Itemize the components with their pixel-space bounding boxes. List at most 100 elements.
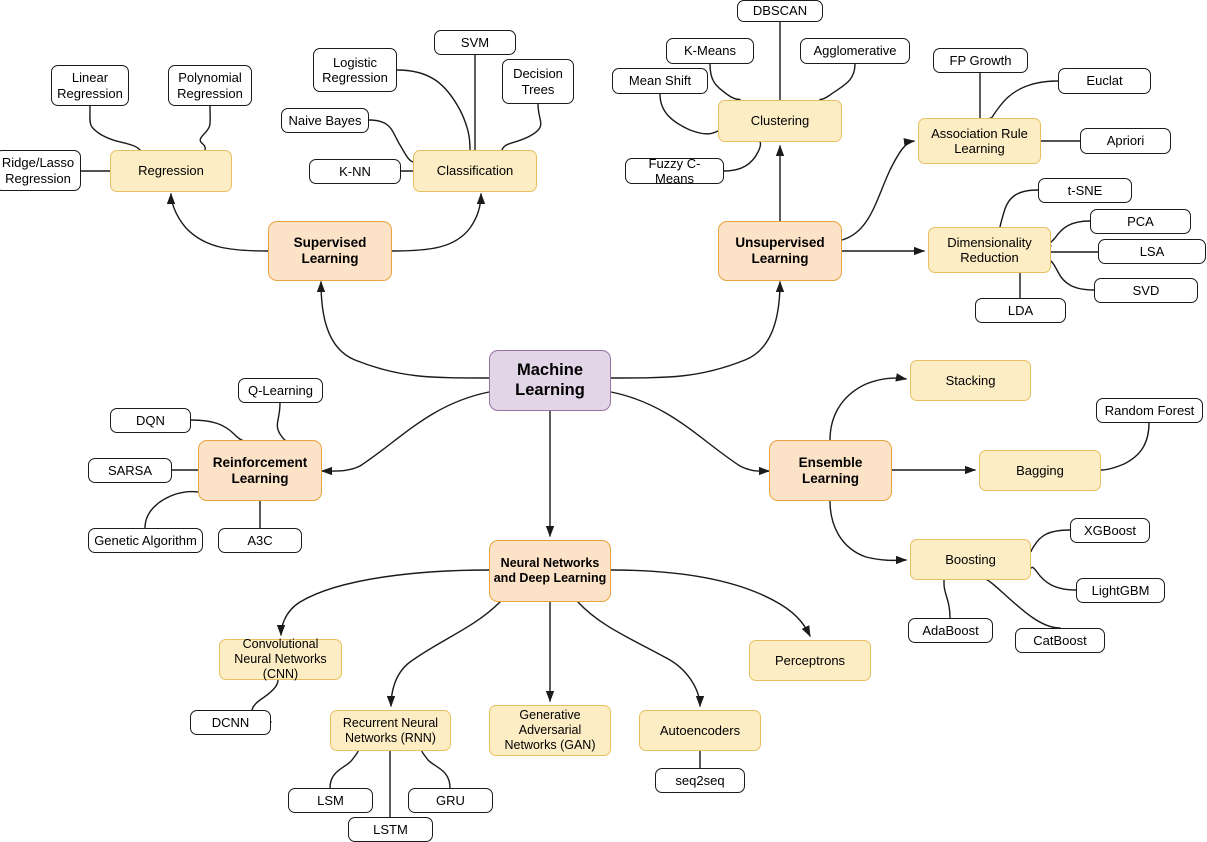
edge-classification-logistic — [396, 69, 471, 151]
edge-unsupervised-association — [841, 138, 916, 241]
node-sarsa[interactable]: SARSA — [88, 458, 172, 483]
edge-rnn-lsm — [329, 750, 359, 789]
node-seq2seq[interactable]: seq2seq — [655, 768, 745, 793]
node-label: Naive Bayes — [288, 112, 362, 128]
node-perceptrons[interactable]: Perceptrons — [749, 640, 871, 681]
node-label: LSM — [317, 792, 344, 808]
node-label: Ensemble Learning — [798, 454, 863, 486]
node-gru[interactable]: GRU — [408, 788, 493, 813]
node-reinforcement-learning[interactable]: Reinforcement Learning — [198, 440, 322, 501]
node-agglomerative[interactable]: Agglomerative — [800, 38, 910, 64]
node-adaboost[interactable]: AdaBoost — [908, 618, 993, 643]
node-q-learning[interactable]: Q-Learning — [238, 378, 323, 403]
node-decision-trees[interactable]: Decision Trees — [502, 59, 574, 104]
node-convolutional-neural-networks[interactable]: Convolutional Neural Networks (CNN) — [219, 637, 342, 681]
node-mean-shift[interactable]: Mean Shift — [612, 68, 708, 94]
edge-clustering-fuzzy — [723, 141, 762, 172]
edge-supervised-regression — [166, 192, 269, 252]
node-bagging[interactable]: Bagging — [979, 450, 1101, 491]
node-dqn[interactable]: DQN — [110, 408, 191, 433]
node-kmeans[interactable]: K-Means — [666, 38, 754, 64]
node-euclat[interactable]: Euclat — [1058, 68, 1151, 94]
node-fuzzy-c-means[interactable]: Fuzzy C-Means — [625, 156, 724, 186]
node-label: SARSA — [107, 462, 153, 478]
node-regression[interactable]: Regression — [110, 150, 232, 192]
edge-rl-genetic — [144, 490, 199, 529]
node-label: Clustering — [750, 113, 810, 129]
edge-dimred-tsne — [999, 189, 1039, 228]
node-dimensionality-reduction[interactable]: Dimensionality Reduction — [928, 227, 1051, 273]
edge-nn-rnn — [386, 601, 501, 708]
edge-classification-decision — [501, 103, 542, 151]
node-lsa[interactable]: LSA — [1098, 239, 1206, 264]
edge-clustering-agglomerative — [819, 63, 856, 101]
node-label: Logistic Regression — [322, 54, 388, 85]
edge-boosting-lightgbm — [1030, 566, 1077, 591]
node-supervised-learning[interactable]: Supervised Learning — [268, 221, 392, 281]
node-lightgbm[interactable]: LightGBM — [1076, 578, 1165, 603]
edge-regression-polynomial — [199, 105, 211, 151]
node-random-forest[interactable]: Random Forest — [1096, 398, 1203, 423]
node-clustering[interactable]: Clustering — [718, 100, 842, 142]
edge-rl-dqn — [190, 419, 243, 441]
node-fp-growth[interactable]: FP Growth — [933, 48, 1028, 73]
node-ridge-lasso-regression[interactable]: Ridge/Lasso Regression — [0, 150, 81, 191]
node-pca[interactable]: PCA — [1090, 209, 1191, 234]
node-ensemble-learning[interactable]: Ensemble Learning — [769, 440, 892, 501]
edge-nn-perceptrons — [610, 569, 811, 638]
node-dbscan[interactable]: DBSCAN — [737, 0, 823, 22]
node-label: Neural Networks and Deep Learning — [493, 556, 607, 585]
node-label: Decision Trees — [513, 66, 563, 97]
edge-ensemble-boosting — [829, 500, 908, 565]
node-knn[interactable]: K-NN — [309, 159, 401, 184]
node-catboost[interactable]: CatBoost — [1015, 628, 1105, 653]
node-classification[interactable]: Classification — [413, 150, 537, 192]
node-linear-regression[interactable]: Linear Regression — [51, 65, 129, 106]
node-label: Agglomerative — [813, 43, 897, 59]
node-machine-learning[interactable]: Machine Learning — [489, 350, 611, 411]
node-dcnn[interactable]: DCNN — [190, 710, 271, 735]
edge-clustering-kmeans — [709, 63, 741, 101]
node-label: DCNN — [211, 714, 250, 730]
edge-bagging-randomforest — [1100, 422, 1150, 471]
node-label: Bagging — [1016, 462, 1064, 478]
edge-dimred-svd — [1050, 260, 1095, 291]
node-svm[interactable]: SVM — [434, 30, 516, 55]
node-tsne[interactable]: t-SNE — [1038, 178, 1132, 203]
node-genetic-algorithm[interactable]: Genetic Algorithm — [88, 528, 203, 553]
node-recurrent-neural-networks[interactable]: Recurrent Neural Networks (RNN) — [330, 710, 451, 751]
edge-regression-linear — [89, 105, 141, 151]
node-association-rule-learning[interactable]: Association Rule Learning — [918, 118, 1041, 164]
node-generative-adversarial-networks[interactable]: Generative Adversarial Networks (GAN) — [489, 705, 611, 756]
node-logistic-regression[interactable]: Logistic Regression — [313, 48, 397, 92]
node-lstm[interactable]: LSTM — [348, 817, 433, 842]
edge-dimred-pca — [1046, 220, 1091, 247]
node-apriori[interactable]: Apriori — [1080, 128, 1171, 154]
node-stacking[interactable]: Stacking — [910, 360, 1031, 401]
node-label: K-Means — [683, 43, 737, 59]
node-lda[interactable]: LDA — [975, 298, 1066, 323]
node-label: Classification — [436, 163, 514, 179]
edge-root-reinforcement — [320, 391, 490, 476]
node-unsupervised-learning[interactable]: Unsupervised Learning — [718, 221, 842, 281]
edge-root-supervised — [316, 280, 490, 379]
node-xgboost[interactable]: XGBoost — [1070, 518, 1150, 543]
node-naive-bayes[interactable]: Naive Bayes — [281, 108, 369, 133]
node-label: CatBoost — [1033, 632, 1087, 648]
node-autoencoders[interactable]: Autoencoders — [639, 710, 761, 751]
node-label: LSTM — [373, 821, 408, 837]
node-neural-networks-deep-learning[interactable]: Neural Networks and Deep Learning — [489, 540, 611, 602]
node-svd[interactable]: SVD — [1094, 278, 1198, 303]
node-a3c[interactable]: A3C — [218, 528, 302, 553]
node-lsm[interactable]: LSM — [288, 788, 373, 813]
node-boosting[interactable]: Boosting — [910, 539, 1031, 580]
node-label: Generative Adversarial Networks (GAN) — [504, 708, 596, 752]
node-label: SVD — [1132, 282, 1160, 298]
node-label: Genetic Algorithm — [94, 532, 197, 548]
node-polynomial-regression[interactable]: Polynomial Regression — [168, 65, 252, 106]
node-label: Recurrent Neural Networks (RNN) — [342, 715, 439, 745]
node-label: K-NN — [339, 163, 371, 179]
node-label: Association Rule Learning — [931, 125, 1028, 156]
node-label: LDA — [1007, 302, 1034, 318]
edge-rl-qlearning — [276, 402, 286, 441]
